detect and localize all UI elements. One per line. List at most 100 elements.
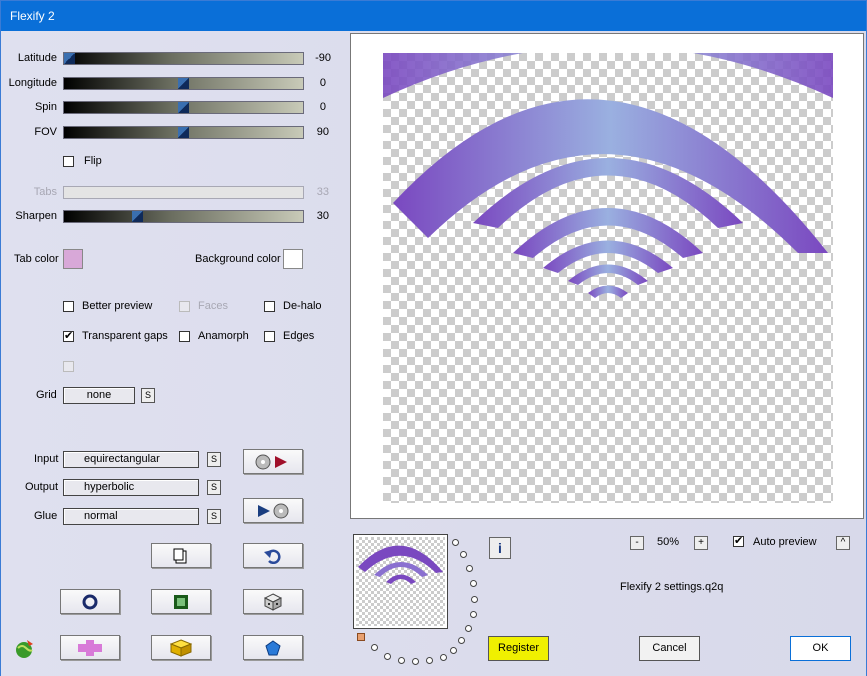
edges-checkbox[interactable] — [264, 331, 275, 342]
latitude-value: -90 — [315, 52, 331, 64]
better-preview-checkbox[interactable] — [63, 301, 74, 312]
longitude-slider[interactable] — [63, 77, 304, 90]
flip-checkbox[interactable] — [63, 156, 74, 167]
copy-icon — [173, 548, 187, 563]
extra-checkbox — [63, 361, 74, 372]
sharpen-slider[interactable] — [63, 210, 304, 223]
arrow-disc-icon — [258, 503, 289, 518]
auto-preview-checkbox[interactable]: ✔ — [733, 535, 744, 547]
dehalo-label: De-halo — [283, 300, 322, 312]
pentagon-button[interactable] — [243, 635, 303, 660]
preview-canvas — [383, 45, 833, 503]
latitude-thumb[interactable] — [64, 53, 75, 64]
ring-button[interactable] — [60, 589, 120, 614]
cube-icon — [170, 638, 192, 657]
glue-s-button[interactable]: S — [207, 509, 221, 524]
edges-label: Edges — [283, 330, 315, 342]
grid-s-button[interactable]: S — [141, 388, 155, 403]
dialog-body: Latitude -90 Longitude 0 Spin 0 FOV 90 F… — [1, 31, 866, 676]
latitude-slider[interactable] — [63, 52, 304, 65]
tab-color-label: Tab color — [14, 253, 59, 265]
collapse-button[interactable]: ^ — [836, 536, 850, 550]
input-label: Input — [34, 453, 59, 465]
export-button[interactable] — [243, 498, 303, 523]
better-preview-label: Better preview — [82, 300, 153, 312]
nav-dot[interactable] — [466, 565, 473, 572]
nav-dot[interactable] — [471, 596, 478, 603]
anamorph-checkbox[interactable] — [179, 331, 190, 342]
nav-dot[interactable] — [450, 647, 457, 654]
spin-thumb[interactable] — [178, 102, 189, 113]
tabs-value: 33 — [316, 186, 329, 198]
tabs-slider — [63, 186, 304, 199]
cross-icon — [78, 639, 102, 656]
longitude-thumb[interactable] — [178, 78, 189, 89]
dehalo-checkbox[interactable] — [264, 301, 275, 312]
fov-thumb[interactable] — [178, 127, 189, 138]
nav-dot[interactable] — [470, 611, 477, 618]
undo-button[interactable] — [243, 543, 303, 568]
nav-dot[interactable] — [470, 580, 477, 587]
settings-filename: Flexify 2 settings.q2q — [620, 581, 724, 593]
preview-image — [383, 45, 833, 298]
latitude-label: Latitude — [17, 52, 57, 64]
ok-button[interactable]: OK — [790, 636, 851, 661]
glue-select[interactable]: normal — [63, 508, 199, 525]
globe-logo — [13, 638, 35, 660]
nav-dot[interactable] — [440, 654, 447, 661]
output-select[interactable]: hyperbolic — [63, 479, 199, 496]
sharpen-thumb[interactable] — [132, 211, 143, 222]
output-label: Output — [25, 481, 59, 493]
thumbnail-canvas — [356, 537, 445, 626]
nav-dot[interactable] — [398, 657, 405, 664]
grid-label: Grid — [36, 389, 57, 401]
longitude-label: Longitude — [8, 77, 57, 89]
cube-button[interactable] — [151, 635, 211, 660]
fov-label: FOV — [34, 126, 57, 138]
tab-color-swatch[interactable] — [63, 249, 83, 269]
flip-label: Flip — [84, 155, 102, 167]
nav-square-handle[interactable] — [357, 633, 365, 641]
info-button[interactable]: i — [489, 537, 511, 559]
sharpen-value: 30 — [316, 210, 329, 222]
zoom-out-button[interactable]: - — [630, 536, 644, 550]
nav-dot[interactable] — [452, 539, 459, 546]
title-bar[interactable]: Flexify 2 — [1, 1, 866, 31]
background-color-label: Background color — [195, 253, 281, 265]
input-s-button[interactable]: S — [207, 452, 221, 467]
nav-dot[interactable] — [412, 658, 419, 665]
main-preview[interactable] — [350, 33, 864, 519]
glue-label: Glue — [34, 510, 58, 522]
transparent-gaps-checkbox[interactable]: ✔ — [63, 330, 74, 342]
random-button[interactable] — [243, 589, 303, 614]
ring-icon — [82, 594, 98, 609]
anamorph-label: Anamorph — [198, 330, 249, 342]
window-title: Flexify 2 — [10, 9, 55, 23]
zoom-in-button[interactable]: + — [694, 536, 708, 550]
frame-button[interactable] — [151, 589, 211, 614]
spin-slider[interactable] — [63, 101, 304, 114]
register-button[interactable]: Register — [488, 636, 549, 661]
background-color-swatch[interactable] — [283, 249, 303, 269]
input-select[interactable]: equirectangular — [63, 451, 199, 468]
nav-dot[interactable] — [426, 657, 433, 664]
nav-dot[interactable] — [384, 653, 391, 660]
nav-dot[interactable] — [371, 644, 378, 651]
nav-dot[interactable] — [465, 625, 472, 632]
nav-dot[interactable] — [460, 551, 467, 558]
auto-preview-label: Auto preview — [753, 536, 817, 548]
copy-button[interactable] — [151, 543, 211, 568]
grid-select[interactable]: none — [63, 387, 135, 404]
pentagon-icon — [265, 639, 281, 655]
nav-dot[interactable] — [458, 637, 465, 644]
cross-button[interactable] — [60, 635, 120, 660]
cancel-button[interactable]: Cancel — [639, 636, 700, 661]
fov-slider[interactable] — [63, 126, 304, 139]
faces-checkbox — [179, 301, 190, 312]
output-s-button[interactable]: S — [207, 480, 221, 495]
import-button[interactable] — [243, 449, 303, 474]
thumbnail-preview[interactable] — [353, 534, 448, 629]
globe-icon — [16, 640, 33, 658]
zoom-level: 50% — [657, 536, 680, 548]
tabs-label: Tabs — [33, 186, 57, 198]
